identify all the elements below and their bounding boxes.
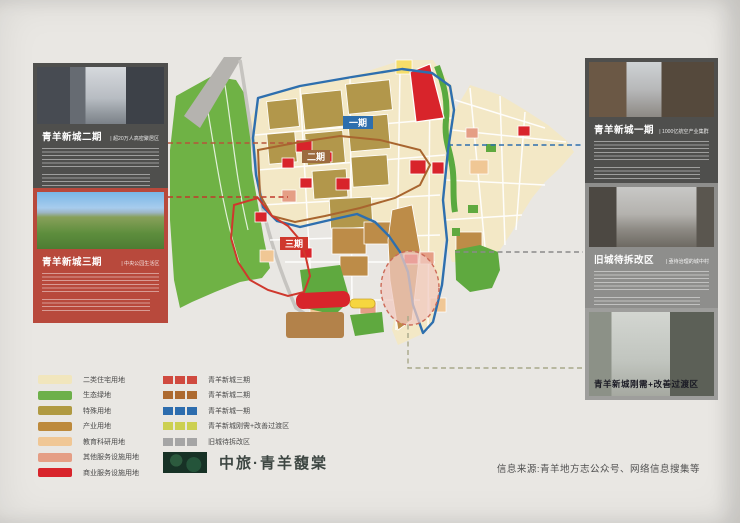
transition-photo: 青羊新城刚需+改善过渡区: [589, 312, 714, 396]
card-phase3-title: 青羊新城三期: [42, 254, 102, 268]
card-phase1-subtitle: | 1000亿航空产业集群: [660, 127, 709, 134]
legend-landuse-item: 生态绿地: [38, 388, 139, 404]
oldtown-highlight-ellipse: [381, 251, 439, 325]
phase3-badge-label: 三期: [285, 238, 303, 249]
card-transition: 青羊新城刚需+改善过渡区: [585, 308, 718, 400]
card-phase2-bodytext2: [42, 174, 150, 187]
phase1-badge-label: 一期: [349, 117, 367, 128]
brand-logo: [163, 452, 207, 473]
card-phase1-bodytext: [594, 141, 709, 162]
legend-label: 二类住宅用地: [83, 375, 125, 385]
legend-label: 青羊新城三期: [208, 375, 250, 385]
card-phase2-bodytext: [42, 148, 159, 169]
legend-color-swatch: [38, 375, 72, 384]
legend-boundary-item: 青羊新城一期: [163, 403, 289, 419]
legend-label: 生态绿地: [83, 390, 111, 400]
legend-landuse-item: 其他服务设施用地: [38, 450, 139, 466]
legend-color-swatch: [38, 391, 72, 400]
brand-block: 中旅·青羊馥棠: [163, 452, 328, 473]
facility-block: [286, 312, 344, 338]
legend-color-swatch: [38, 406, 72, 415]
phase3-photo: [37, 192, 164, 249]
legend-landuse-item: 商业服务设施用地: [38, 465, 139, 481]
legend-boundary-item: 青羊新城二期: [163, 388, 289, 404]
legend-color-swatch: [38, 453, 72, 462]
card-oldtown-bodytext: [594, 271, 709, 292]
legend-label: 教育科研用地: [83, 437, 125, 447]
legend-dash-swatch: [163, 422, 197, 430]
leader-transition: [408, 316, 583, 368]
legend-boundary-item: 青羊新城刚需+改善过渡区: [163, 419, 289, 435]
phase2-photo: [37, 67, 164, 124]
card-oldtown-title: 旧城待拆改区: [594, 252, 654, 266]
legend-label: 其他服务设施用地: [83, 452, 139, 462]
card-phase3-bodytext: [42, 273, 159, 294]
card-oldtown-subtitle: | 亟待治理的城中村: [666, 257, 709, 264]
legend-landuse-item: 教育科研用地: [38, 434, 139, 450]
legend-dash-swatch: [163, 376, 197, 384]
card-phase3: 青羊新城三期 | 中央公园生活区: [33, 188, 168, 323]
legend-boundary-item: 旧城待拆改区: [163, 434, 289, 450]
card-phase1: 青羊新城一期 | 1000亿航空产业集群: [585, 58, 718, 191]
phase2-badge-label: 二期: [307, 151, 325, 162]
phase1-photo: [589, 62, 714, 117]
yellow-badge: [350, 299, 375, 308]
legend-label: 旧城待拆改区: [208, 437, 250, 447]
card-phase3-bodytext2: [42, 299, 150, 312]
legend-label: 特殊用地: [83, 406, 111, 416]
oldtown-photo: [589, 187, 714, 247]
legend-dash-swatch: [163, 391, 197, 399]
legend-label: 青羊新城一期: [208, 406, 250, 416]
legend-dash-swatch: [163, 407, 197, 415]
legend-label: 商业服务设施用地: [83, 468, 139, 478]
legend-landuse-item: 产业用地: [38, 419, 139, 435]
legend-label: 青羊新城二期: [208, 390, 250, 400]
legend-landuse-item: 特殊用地: [38, 403, 139, 419]
legend-color-swatch: [38, 468, 72, 477]
card-phase1-title: 青羊新城一期: [594, 122, 654, 136]
legend-dash-swatch: [163, 438, 197, 446]
card-phase2-subtitle: | 超20万人高密聚居区: [110, 134, 159, 141]
card-phase1-bodytext2: [594, 167, 700, 180]
card-phase2: 青羊新城二期 | 超20万人高密聚居区: [33, 63, 168, 198]
card-transition-title: 青羊新城刚需+改善过渡区: [594, 378, 698, 390]
source-note: 信息来源:青羊地方志公众号、网络信息搜集等: [497, 461, 700, 475]
legend-boundary-item: 青羊新城三期: [163, 372, 289, 388]
legend-landuse-item: 二类住宅用地: [38, 372, 139, 388]
legend-boundaries: 青羊新城三期 青羊新城二期 青羊新城一期 青羊新城刚需+改善过渡区 旧城待拆改区: [163, 372, 289, 450]
commercial-strip: [296, 291, 351, 310]
legend-landuse: 二类住宅用地 生态绿地 特殊用地 产业用地 教育科研用地 其他服务设施用地 商业…: [38, 372, 139, 481]
brand-name: 中旅·青羊馥棠: [219, 452, 328, 473]
card-oldtown: 旧城待拆改区 | 亟待治理的城中村: [585, 183, 718, 321]
poster-canvas: 一期 二期 三期 青羊新城二期 | 超20万人高密聚居区: [0, 0, 740, 523]
legend-color-swatch: [38, 422, 72, 431]
card-phase2-title: 青羊新城二期: [42, 129, 102, 143]
legend-color-swatch: [38, 437, 72, 446]
legend-label: 产业用地: [83, 421, 111, 431]
legend-label: 青羊新城刚需+改善过渡区: [208, 421, 289, 431]
card-phase3-subtitle: | 中央公园生活区: [121, 259, 159, 266]
